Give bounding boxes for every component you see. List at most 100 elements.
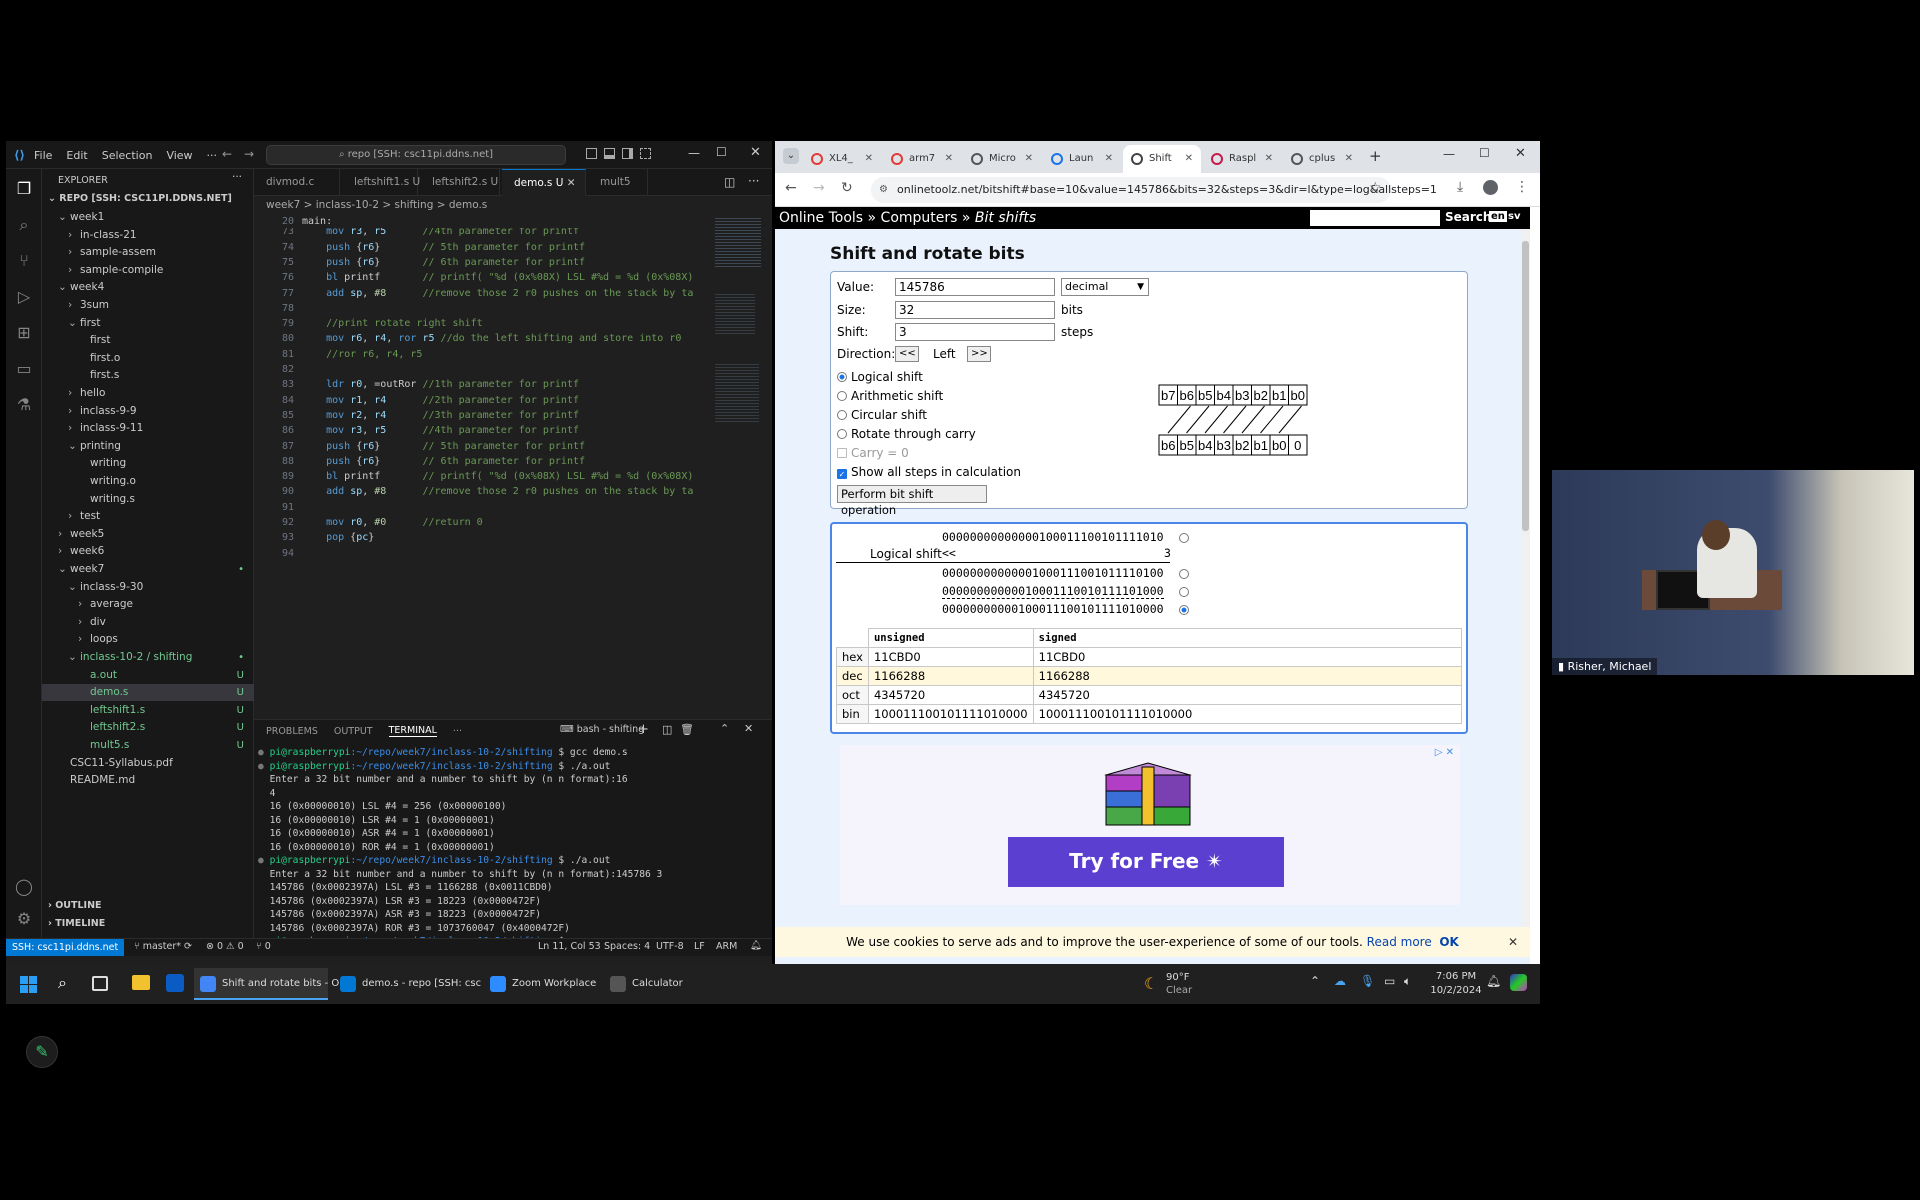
tree-item[interactable]: › sample-compile — [42, 262, 254, 279]
close-panel-icon[interactable]: ✕ — [744, 722, 753, 735]
tree-item[interactable]: first — [42, 332, 254, 349]
radio-logical-shift[interactable]: Logical shift — [837, 370, 923, 384]
base-select[interactable]: decimal ▼ — [1061, 278, 1149, 296]
close-tab-icon[interactable]: ✕ — [563, 177, 576, 189]
tree-item[interactable]: › loops — [42, 631, 254, 648]
repo-section-title[interactable]: ⌄ REPO [SSH: CSC11PI.DDNS.NET] — [48, 193, 232, 204]
remote-explorer-icon[interactable]: ▭ — [14, 359, 34, 379]
menu-item[interactable]: File — [34, 149, 52, 162]
split-editor-icon[interactable]: ◫ — [724, 175, 735, 189]
network-icon[interactable]: ▭ — [1384, 974, 1395, 988]
adchoices-icon[interactable]: ▷ ✕ — [1435, 747, 1454, 758]
site-breadcrumb[interactable]: Online Tools » Computers » — [779, 210, 975, 226]
step-radio[interactable] — [1179, 567, 1193, 581]
size-input[interactable]: 32 — [895, 301, 1055, 319]
radio-circular-shift[interactable]: Circular shift — [837, 408, 927, 422]
show-steps-checkbox[interactable]: ✓ Show all steps in calculation — [837, 465, 1021, 479]
ad-try-button[interactable]: Try for Free ✴ — [1008, 837, 1284, 887]
tree-item[interactable]: first.s — [42, 367, 254, 384]
reload-icon[interactable]: ↻ — [841, 180, 853, 196]
radio-rotate-through-carry[interactable]: Rotate through carry — [837, 427, 976, 441]
weather-desc[interactable]: Clear — [1166, 985, 1192, 996]
microphone-icon[interactable]: 🎙︎ — [1360, 974, 1375, 988]
onedrive-icon[interactable]: ☁ — [1334, 974, 1346, 988]
browser-tab[interactable]: Raspl ✕ — [1203, 145, 1281, 173]
profile-avatar[interactable] — [1483, 180, 1498, 195]
site-search-button[interactable]: Search — [1445, 210, 1491, 224]
annotate-pen-icon[interactable]: ✎ — [26, 1036, 58, 1068]
bookmark-star-icon[interactable]: ☆ — [1369, 180, 1382, 196]
chrome-menu-icon[interactable]: ⋮ — [1515, 179, 1529, 195]
customize-layout-icon[interactable] — [640, 148, 651, 159]
ad-banner[interactable]: ▷ ✕ Try for Free ✴ — [840, 745, 1460, 905]
cursor-position[interactable]: Ln 11, Col 53 — [538, 941, 601, 952]
lang-en[interactable]: en — [1489, 211, 1507, 222]
tree-item[interactable]: › 3sum — [42, 297, 254, 314]
maximize-panel-icon[interactable]: ⌃ — [720, 722, 729, 735]
encoding[interactable]: UTF-8 — [656, 941, 684, 952]
cookie-close-icon[interactable]: ✕ — [1508, 927, 1518, 957]
eol[interactable]: LF — [694, 941, 705, 952]
outline-section[interactable]: › OUTLINE — [48, 900, 102, 911]
command-center-search[interactable]: ⌕ repo [SSH: csc11pi.ddns.net] — [266, 145, 566, 165]
remote-indicator[interactable]: SSH: csc11pi.ddns.net — [6, 939, 125, 956]
tree-item[interactable]: writing.o — [42, 473, 254, 490]
file-explorer-icon[interactable] — [132, 975, 150, 990]
code-editor[interactable]: 20 main: 72 mov r2, r4 //3th parameter f… — [254, 214, 709, 719]
source-control-icon[interactable]: ⑂ — [14, 251, 34, 271]
maximize-icon[interactable]: ☐ — [1479, 146, 1490, 160]
back-icon[interactable]: ← — [785, 180, 797, 196]
tree-item[interactable]: ⌄ week7 • — [42, 561, 254, 578]
cookie-read-more[interactable]: Read more — [1367, 935, 1432, 949]
extensions-icon[interactable]: ⊞ — [14, 323, 34, 343]
direction-left-button[interactable]: << — [895, 346, 919, 362]
browser-tab[interactable]: Micro ✕ — [963, 145, 1041, 173]
editor-tab[interactable]: demo.s U ✕ — [502, 169, 586, 196]
explorer-icon[interactable]: ❐ — [14, 179, 34, 199]
menu-item[interactable]: ··· — [207, 149, 218, 162]
tree-item[interactable]: first.o — [42, 350, 254, 367]
tree-item[interactable]: ⌄ printing — [42, 438, 254, 455]
taskbar-app[interactable]: Calculator — [604, 968, 704, 1000]
zoom-video-tile[interactable]: ▮ Risher, Michael — [1552, 470, 1914, 675]
tab-search-icon[interactable]: ⌄ — [783, 148, 799, 164]
explorer-more-icon[interactable]: ··· — [232, 171, 242, 183]
menu-item[interactable]: View — [166, 149, 192, 162]
toggle-panel-icon[interactable] — [604, 148, 615, 159]
clock-time[interactable]: 7:06 PM — [1426, 971, 1486, 982]
tree-item[interactable]: demo.s U — [42, 684, 254, 702]
tree-item[interactable]: ⌄ week4 — [42, 279, 254, 296]
notifications-bell-icon[interactable]: 🔔︎ — [750, 940, 762, 951]
editor-tab[interactable]: leftshift2.s U — [420, 169, 500, 196]
accounts-icon[interactable]: ◯ — [14, 877, 34, 897]
editor-tab[interactable]: mult5 — [588, 169, 648, 196]
tree-item[interactable]: README.md — [42, 772, 254, 789]
language-mode[interactable]: ARM — [716, 941, 737, 952]
manage-gear-icon[interactable]: ⚙ — [14, 909, 34, 929]
step-radio-0[interactable] — [1179, 531, 1193, 545]
tree-item[interactable]: ⌄ inclass-9-30 — [42, 579, 254, 596]
panel-tab[interactable]: OUTPUT — [334, 726, 373, 737]
direction-right-button[interactable]: >> — [967, 346, 991, 362]
close-tab-icon[interactable]: ✕ — [865, 145, 873, 173]
tree-item[interactable]: › week6 — [42, 543, 254, 560]
browser-tab[interactable]: XL4_ ✕ — [803, 145, 881, 173]
tree-item[interactable]: ⌄ week1 — [42, 209, 254, 226]
tree-item[interactable]: › in-class-21 — [42, 227, 254, 244]
close-icon[interactable]: ✕ — [1515, 146, 1526, 161]
tree-item[interactable]: CSC11-Syllabus.pdf — [42, 755, 254, 772]
tree-item[interactable]: mult5.s U — [42, 737, 254, 754]
tree-item[interactable]: › average — [42, 596, 254, 613]
run-debug-icon[interactable]: ▷ — [14, 287, 34, 307]
close-tab-icon[interactable]: ✕ — [1025, 145, 1033, 173]
tray-overflow-icon[interactable]: ⌃ — [1310, 974, 1320, 988]
cookie-ok[interactable]: OK — [1439, 935, 1459, 949]
volume-icon[interactable]: 🔈︎ — [1404, 974, 1411, 989]
forward-icon[interactable]: → — [813, 180, 825, 196]
store-icon[interactable] — [166, 974, 184, 992]
tree-item[interactable]: › inclass-9-11 — [42, 420, 254, 437]
value-input[interactable]: 145786 — [895, 278, 1055, 296]
close-tab-icon[interactable]: ✕ — [1265, 145, 1273, 173]
new-terminal-icon[interactable]: + — [638, 722, 649, 737]
problems-count[interactable]: ⊗ 0 ⚠ 0 — [206, 941, 244, 952]
